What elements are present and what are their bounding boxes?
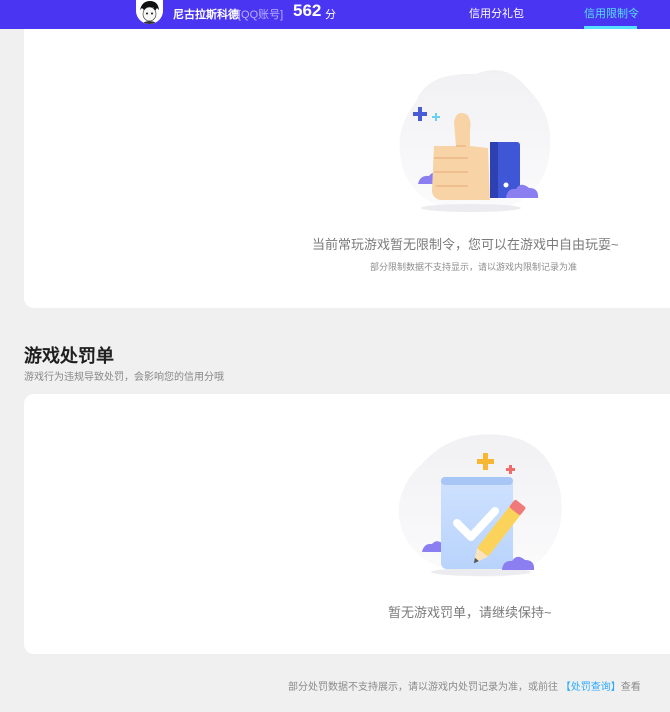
penalty-footer-note: 部分处罚数据不支持展示，请以游戏内处罚记录为准，或前往 【处罚查询】查看	[288, 678, 641, 693]
footer-text-end: 查看	[620, 682, 641, 693]
document-pencil-illustration	[391, 425, 571, 590]
top-nav-bar: 尼古拉斯科德 [QQ账号] 562 分 信用分礼包 信用限制令	[0, 0, 670, 29]
restriction-note: 部分限制数据不支持显示，请以游戏内限制记录为准	[370, 262, 578, 272]
penalty-query-link[interactable]: 【处罚查询】	[561, 682, 621, 693]
avatar[interactable]	[136, 0, 163, 24]
penalty-status-message: 暂无游戏罚单，请继续保持~	[388, 605, 552, 620]
credit-score-value: 562	[293, 1, 322, 20]
credit-score-unit: 分	[325, 9, 336, 21]
thumbs-up-illustration	[376, 42, 556, 222]
account-type-label: [QQ账号]	[238, 9, 284, 21]
user-name: 尼古拉斯科德	[173, 9, 239, 21]
penalty-card	[24, 394, 670, 654]
footer-text: 部分处罚数据不支持展示，请以游戏内处罚记录为准，或前往	[288, 682, 558, 693]
penalty-section-title: 游戏处罚单	[24, 346, 114, 366]
tab-credit-gift[interactable]: 信用分礼包	[469, 5, 524, 21]
restriction-status-message: 当前常玩游戏暂无限制令，您可以在游戏中自由玩耍~	[312, 237, 619, 252]
tab-credit-restriction[interactable]: 信用限制令	[584, 5, 639, 21]
penalty-section-subtitle: 游戏行为违规导致处罚，会影响您的信用分哦	[24, 372, 224, 383]
